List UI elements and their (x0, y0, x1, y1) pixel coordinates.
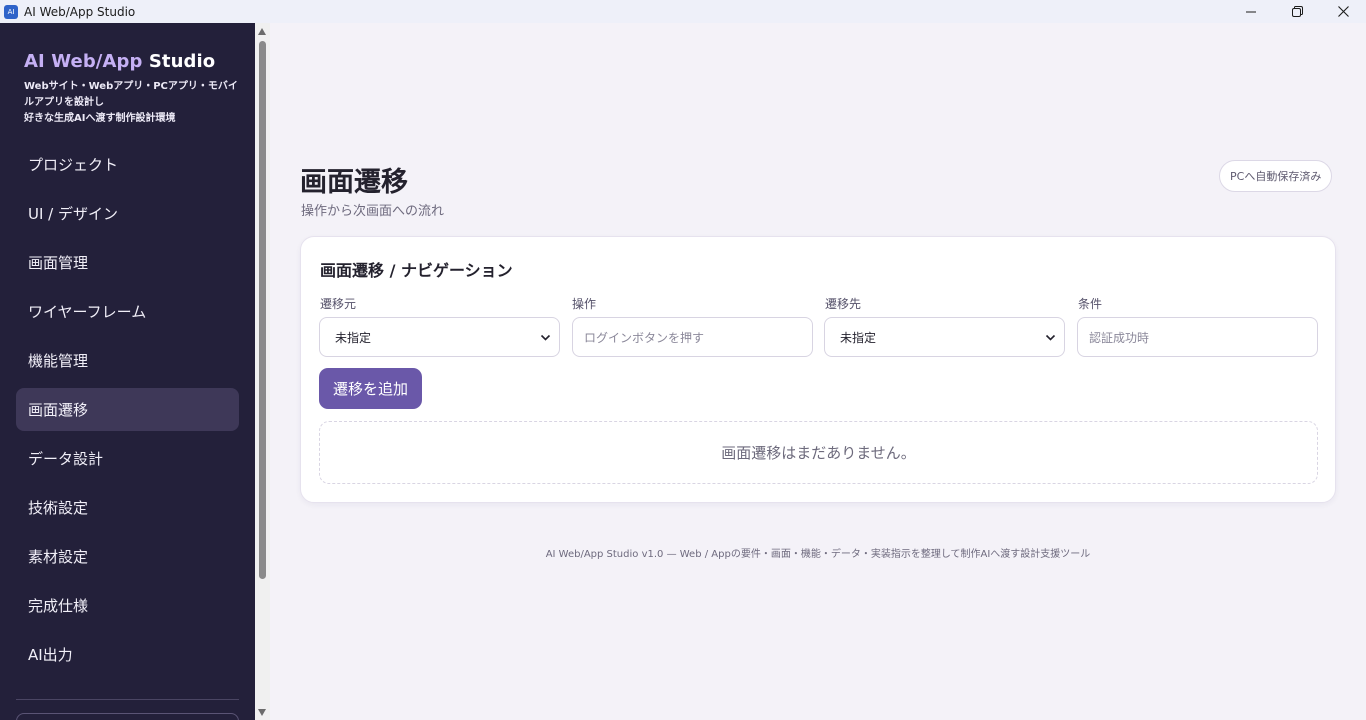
condition-label: 条件 (1078, 297, 1103, 311)
to-label: 遷移先 (825, 297, 862, 311)
chevron-down-icon (540, 334, 551, 341)
close-button[interactable] (1320, 0, 1366, 23)
sidebar-item-label: 技術設定 (28, 499, 89, 517)
sidebar-divider (16, 699, 239, 700)
empty-state: 画面遷移はまだありません。 (319, 421, 1318, 484)
add-transition-button[interactable]: 遷移を追加 (319, 368, 422, 409)
sidebar-item-tech-settings[interactable]: 技術設定 (16, 486, 239, 529)
condition-input-placeholder: 認証成功時 (1089, 330, 1150, 345)
sidebar-item-final-spec[interactable]: 完成仕様 (16, 584, 239, 627)
scroll-down-arrow-icon[interactable] (258, 709, 266, 716)
sidebar-item-label: 画面遷移 (28, 401, 89, 419)
sidebar-item-assets[interactable]: 素材設定 (16, 535, 239, 578)
window-title: AI Web/App Studio (24, 4, 136, 19)
sidebar: AI Web/App Studio Webサイト・Webアプリ・PCアプリ・モバ… (0, 23, 255, 720)
from-label: 遷移元 (320, 297, 357, 311)
window-controls (1228, 0, 1366, 23)
sidebar-item-ai-output[interactable]: AI出力 (16, 633, 239, 676)
to-select[interactable]: 未指定 (824, 317, 1065, 357)
sidebar-nav: プロジェクト UI / デザイン 画面管理 ワイヤーフレーム 機能管理 画面遷移… (16, 143, 239, 682)
page-title: 画面遷移 (300, 167, 408, 198)
from-select-value: 未指定 (335, 330, 372, 345)
action-input-placeholder: ログインボタンを押す (584, 330, 705, 345)
sidebar-item-label: 機能管理 (28, 352, 89, 370)
card-title: 画面遷移 / ナビゲーション (320, 261, 513, 280)
sidebar-item-label: ワイヤーフレーム (28, 303, 147, 321)
brand-accent: AI Web/App (24, 51, 143, 72)
brand-tagline: Webサイト・Webアプリ・PCアプリ・モバイルアプリを設計し 好きな生成AIへ… (24, 79, 239, 127)
sidebar-item-features[interactable]: 機能管理 (16, 339, 239, 382)
app-icon: AI (4, 4, 18, 19)
page-subtitle: 操作から次画面への流れ (301, 204, 445, 219)
brand-rest: Studio (142, 51, 216, 72)
sidebar-item-label: 素材設定 (28, 548, 89, 566)
sidebar-item-screen-transitions[interactable]: 画面遷移 (16, 388, 239, 431)
tagline-line-2: 好きな生成AIへ渡す制作設計環境 (24, 113, 176, 124)
minimize-button[interactable] (1228, 0, 1274, 23)
action-label: 操作 (572, 297, 597, 311)
sidebar-bottom-card (16, 713, 239, 720)
from-select[interactable]: 未指定 (319, 317, 560, 357)
action-input[interactable]: ログインボタンを押す (572, 317, 813, 357)
sidebar-item-label: AI出力 (28, 646, 73, 664)
sidebar-item-ui-design[interactable]: UI / デザイン (16, 192, 239, 235)
autosave-status-badge: PCへ自動保存済み (1219, 160, 1333, 192)
sidebar-scrollbar[interactable] (255, 23, 270, 720)
to-select-value: 未指定 (840, 330, 877, 345)
brand-title: AI Web/App Studio (24, 51, 215, 72)
sidebar-item-screens[interactable]: 画面管理 (16, 241, 239, 284)
tagline-line-1: Webサイト・Webアプリ・PCアプリ・モバイルアプリを設計し (24, 81, 238, 108)
scroll-up-arrow-icon[interactable] (258, 28, 266, 35)
transition-card: 画面遷移 / ナビゲーション 遷移元 未指定 操作 ログインボタンを押す 遷移先… (300, 236, 1336, 503)
close-icon (1337, 6, 1349, 17)
restore-icon (1291, 6, 1303, 17)
sidebar-item-label: プロジェクト (28, 156, 119, 174)
sidebar-item-data-design[interactable]: データ設計 (16, 437, 239, 480)
sidebar-item-label: データ設計 (28, 450, 104, 468)
sidebar-item-project[interactable]: プロジェクト (16, 143, 239, 186)
footer-text: AI Web/App Studio v1.0 — Web / Appの要件・画面… (545, 549, 1091, 560)
sidebar-item-label: 完成仕様 (28, 597, 89, 615)
scroll-thumb[interactable] (259, 41, 266, 579)
empty-state-text: 画面遷移はまだありません。 (721, 444, 916, 462)
minimize-icon (1246, 11, 1256, 12)
sidebar-item-label: UI / デザイン (28, 205, 118, 223)
window-titlebar: AI AI Web/App Studio (0, 0, 1366, 23)
condition-input[interactable]: 認証成功時 (1077, 317, 1318, 357)
chevron-down-icon (1045, 334, 1056, 341)
sidebar-item-label: 画面管理 (28, 254, 89, 272)
restore-button[interactable] (1274, 0, 1320, 23)
sidebar-item-wireframe[interactable]: ワイヤーフレーム (16, 290, 239, 333)
